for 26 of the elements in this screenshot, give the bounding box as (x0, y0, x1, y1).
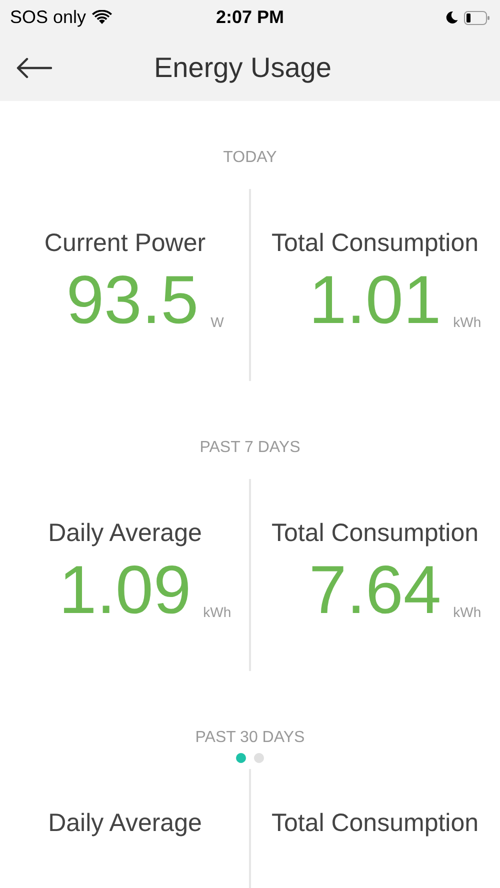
stat-label: Total Consumption (271, 519, 479, 548)
unit-label: kWh (453, 314, 482, 330)
stat-label: Daily Average (48, 519, 202, 548)
battery-icon (464, 10, 490, 24)
stat-value: 93.5 (66, 266, 199, 334)
section-label: TODAY (223, 149, 277, 166)
stat-label: Total Consumption (271, 809, 479, 838)
wifi-icon (92, 10, 112, 25)
moon-icon (446, 11, 458, 24)
unit-label: kWh (203, 604, 232, 620)
back-arrow-icon[interactable] (16, 57, 52, 79)
unit-label: kWh (453, 604, 482, 620)
stat-value: 1.01 (308, 266, 442, 334)
stat-value: 1.09 (58, 556, 192, 624)
stat-value: 7.64 (308, 556, 442, 624)
page-title: Energy Usage (154, 52, 332, 84)
page-dot[interactable] (254, 753, 264, 763)
stat-label: Daily Average (48, 809, 202, 838)
section-label: PAST 7 DAYS (200, 439, 300, 456)
section-label: PAST 30 DAYS (195, 729, 305, 746)
stat-label: Current Power (44, 229, 206, 258)
unit-label: W (210, 314, 224, 330)
carrier-text: SOS only (10, 7, 86, 28)
stat-label: Total Consumption (271, 229, 479, 258)
clock-time: 2:07 PM (216, 7, 284, 28)
page-dot[interactable] (236, 753, 246, 763)
